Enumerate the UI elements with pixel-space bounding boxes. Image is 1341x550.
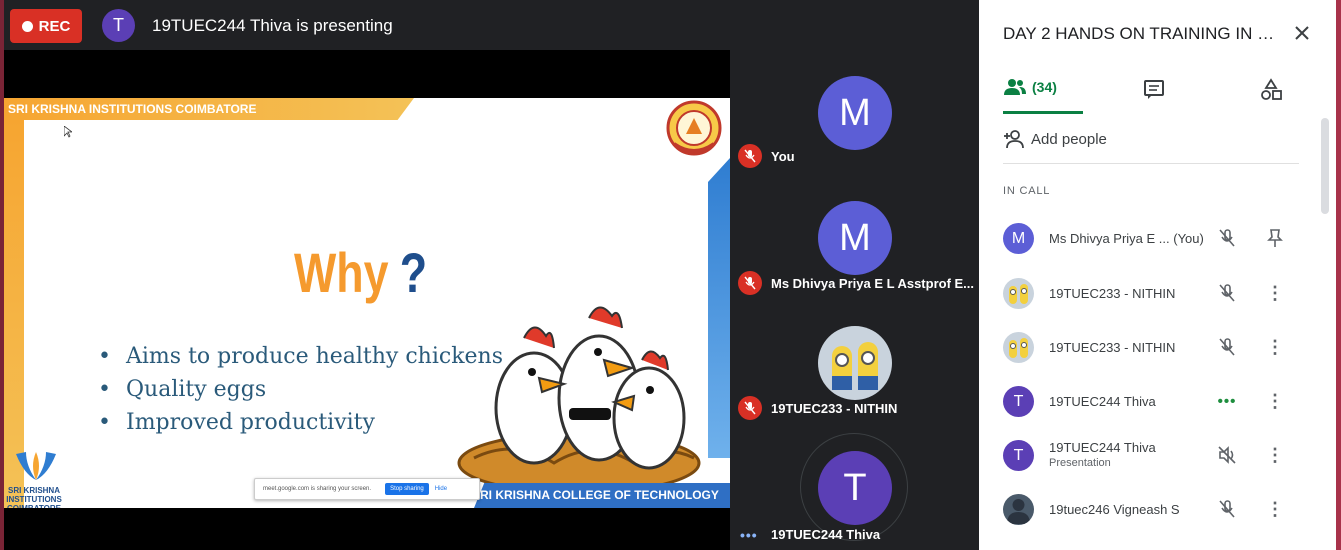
meeting-top-bar: REC T 19TUEC244 Thiva is presenting <box>4 0 979 50</box>
slide-bullet: • Improved productivity <box>98 410 503 435</box>
mouse-cursor-icon <box>64 126 72 138</box>
presenter-status-text: 19TUEC244 Thiva is presenting <box>152 16 393 35</box>
slide-title-word: Why <box>294 241 389 304</box>
more-options-icon[interactable]: ⋮ <box>1263 443 1287 467</box>
people-count: (34) <box>1032 78 1057 95</box>
tile-name: 19TUEC233 - NITHIN <box>771 401 898 416</box>
participant-row[interactable]: T 19TUEC244 Thiva ••• ⋮ <box>979 373 1319 427</box>
share-notice-text: meet.google.com is sharing your screen. <box>263 486 372 492</box>
mic-off-icon <box>1215 226 1239 250</box>
record-dot-icon <box>21 20 33 32</box>
chat-icon[interactable] <box>1142 78 1166 102</box>
mic-off-icon <box>738 271 762 295</box>
mic-off-icon <box>738 396 762 420</box>
participant-avatar: T <box>1003 386 1034 417</box>
tile-name: You <box>771 149 795 164</box>
tile-avatar: M <box>818 76 892 150</box>
slide-bullet: • Quality eggs <box>98 377 503 402</box>
hide-notification-link[interactable]: Hide <box>435 486 447 492</box>
add-person-icon <box>1004 130 1024 149</box>
speaking-indicator-icon: ••• <box>1217 392 1237 410</box>
slide-bullet-list: • Aims to produce healthy chickens • Quali… <box>98 344 503 443</box>
tile-name: 19TUEC244 Thiva <box>771 527 881 542</box>
people-side-panel: DAY 2 HANDS ON TRAINING IN E... (34) Add… <box>979 0 1336 550</box>
mic-off-icon <box>1215 497 1239 521</box>
tab-people[interactable]: (34) <box>1003 62 1083 114</box>
bullet-symbol: • <box>98 344 111 369</box>
mic-off-icon <box>1215 335 1239 359</box>
minions-avatar-icon <box>818 326 892 400</box>
slide-right-band <box>708 158 730 458</box>
participant-tile[interactable]: M Ms Dhivya Priya E L Asstprof E... <box>730 175 979 300</box>
people-icon <box>1004 78 1026 95</box>
bullet-symbol: • <box>98 377 111 402</box>
slide-bullet-text: Quality eggs <box>126 377 267 402</box>
participant-name: Ms Dhivya Priya E ... (You) <box>1049 231 1204 246</box>
participant-tile[interactable]: T ••• 19TUEC244 Thiva <box>730 425 979 550</box>
more-options-icon[interactable]: ⋮ <box>1263 335 1287 359</box>
participant-avatar <box>1003 332 1034 363</box>
participant-row[interactable]: 19tuec246 Vigneash S ⋮ <box>979 482 1319 536</box>
slide-title: Why? <box>294 240 427 305</box>
participant-row[interactable]: T 19TUEC244 Thiva Presentation ⋮ <box>979 427 1319 481</box>
slide-bullet: • Aims to produce healthy chickens <box>98 344 503 369</box>
stop-sharing-button[interactable]: Stop sharing <box>385 483 429 495</box>
more-options-icon[interactable]: ⋮ <box>1263 281 1287 305</box>
in-call-heading: IN CALL <box>1003 185 1051 197</box>
more-options-icon[interactable]: ⋮ <box>1263 389 1287 413</box>
bullet-symbol: • <box>98 410 111 435</box>
panel-scrollbar[interactable] <box>1321 118 1329 214</box>
participant-name: 19TUEC233 - NITHIN <box>1049 286 1176 301</box>
participant-tile[interactable]: M You <box>730 50 979 175</box>
presenter-avatar: T <box>102 9 135 42</box>
screen-share-notification: meet.google.com is sharing your screen. … <box>254 478 480 500</box>
slide-title-question-mark: ? <box>399 241 428 304</box>
slide-bullet-text: Improved productivity <box>126 410 375 435</box>
participant-row[interactable]: M Ms Dhivya Priya E ... (You) <box>979 210 1319 264</box>
participant-avatar: M <box>1003 223 1034 254</box>
sound-off-icon <box>1215 443 1239 467</box>
add-people-button[interactable]: Add people <box>1003 127 1107 151</box>
participant-avatar <box>1003 494 1034 525</box>
recording-label: REC <box>38 17 71 35</box>
more-options-icon[interactable]: ⋮ <box>1263 497 1287 521</box>
mic-off-icon <box>738 144 762 168</box>
window-edge-right <box>1336 0 1341 550</box>
tile-avatar: T <box>818 451 892 525</box>
divider <box>1003 163 1299 164</box>
meeting-title: DAY 2 HANDS ON TRAINING IN E... <box>1003 24 1278 43</box>
presentation-stage[interactable]: SRI KRISHNA INSTITUTIONS COIMBATORE Why?… <box>4 50 730 550</box>
participant-row[interactable]: 19TUEC233 - NITHIN ⋮ <box>979 318 1319 372</box>
tile-avatar: M <box>818 201 892 275</box>
participant-avatar: T <box>1003 440 1034 471</box>
add-people-label: Add people <box>1031 130 1107 148</box>
speaking-indicator-icon: ••• <box>740 527 758 543</box>
activities-icon[interactable] <box>1259 78 1283 102</box>
presentation-slide: SRI KRISHNA INSTITUTIONS COIMBATORE Why?… <box>4 98 730 508</box>
recording-badge[interactable]: REC <box>10 9 82 43</box>
brand-text: SRI KRISHNA INSTITUTIONS COIMBATORE <box>6 486 62 508</box>
participant-tile[interactable]: 19TUEC233 - NITHIN <box>730 300 979 425</box>
participant-subtitle: Presentation <box>1049 457 1111 469</box>
college-seal-icon <box>666 100 722 156</box>
participant-tiles: M You M Ms Dhivya Priya E L Asstprof E..… <box>730 50 979 550</box>
participant-avatar <box>1003 278 1034 309</box>
participant-name: 19tuec246 Vigneash S <box>1049 502 1180 517</box>
close-icon[interactable] <box>1291 22 1313 44</box>
slide-footer-text: RI KRISHNA COLLEGE OF TECHNOLOGY <box>480 488 719 502</box>
slide-bullet-text: Aims to produce healthy chickens <box>126 344 504 369</box>
chickens-in-nest-illustration <box>457 306 701 495</box>
pin-icon[interactable] <box>1263 226 1287 250</box>
participant-name: 19TUEC233 - NITHIN <box>1049 340 1176 355</box>
participant-row[interactable]: 19TUEC233 - NITHIN ⋮ <box>979 264 1319 318</box>
participant-name: 19TUEC244 Thiva <box>1049 394 1156 409</box>
mic-off-icon <box>1215 281 1239 305</box>
participant-name: 19TUEC244 Thiva <box>1049 440 1156 455</box>
slide-header-text: SRI KRISHNA INSTITUTIONS COIMBATORE <box>8 102 257 116</box>
tile-name: Ms Dhivya Priya E L Asstprof E... <box>771 276 975 291</box>
